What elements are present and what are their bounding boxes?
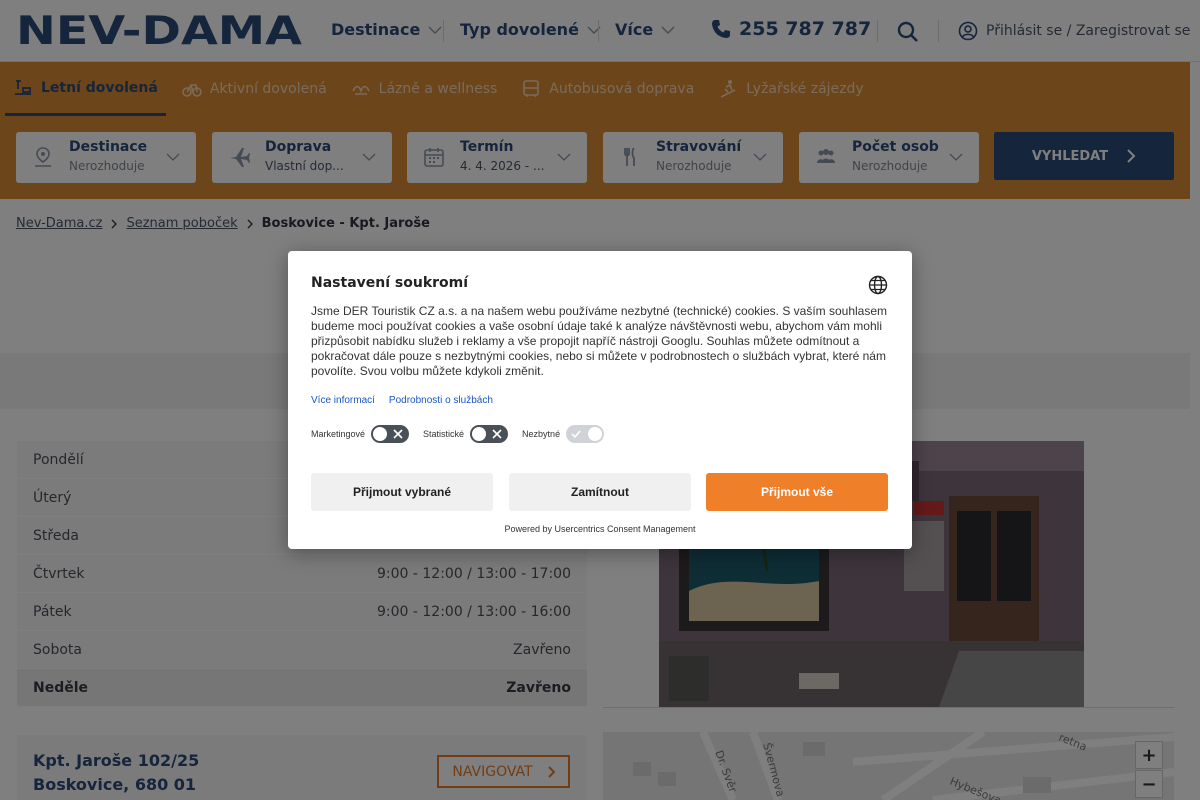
accept-all-button[interactable]: Přijmout vše [706, 473, 888, 511]
close-icon [393, 429, 403, 439]
language-globe-icon[interactable] [868, 275, 888, 295]
accept-selected-button[interactable]: Přijmout vybrané [311, 473, 493, 511]
consent-toggles: Marketingové Statistické Nezbytné [311, 425, 618, 443]
toggle-label: Nezbytné [522, 429, 561, 439]
powered-by-text: Powered by Usercentrics Consent Manageme… [504, 524, 696, 534]
more-info-link[interactable]: Více informací [311, 395, 375, 406]
toggle-label: Statistické [423, 429, 465, 439]
statistics-toggle-group: Statistické [423, 425, 509, 443]
dialog-links: Více informací Podrobnosti o službách [311, 395, 493, 406]
marketing-toggle[interactable] [371, 425, 410, 443]
essential-toggle [566, 425, 605, 443]
service-details-link[interactable]: Podrobnosti o službách [389, 395, 493, 406]
close-icon [492, 429, 502, 439]
check-icon [571, 430, 581, 439]
toggle-label: Marketingové [311, 429, 366, 439]
privacy-settings-dialog: Nastavení soukromí Jsme DER Touristik CZ… [288, 251, 912, 549]
reject-button[interactable]: Zamítnout [509, 473, 691, 511]
dialog-description: Jsme DER Touristik CZ a.s. a na našem we… [311, 304, 888, 378]
marketing-toggle-group: Marketingové [311, 425, 410, 443]
essential-toggle-group: Nezbytné [522, 425, 605, 443]
statistics-toggle[interactable] [470, 425, 509, 443]
dialog-title: Nastavení soukromí [311, 275, 469, 291]
